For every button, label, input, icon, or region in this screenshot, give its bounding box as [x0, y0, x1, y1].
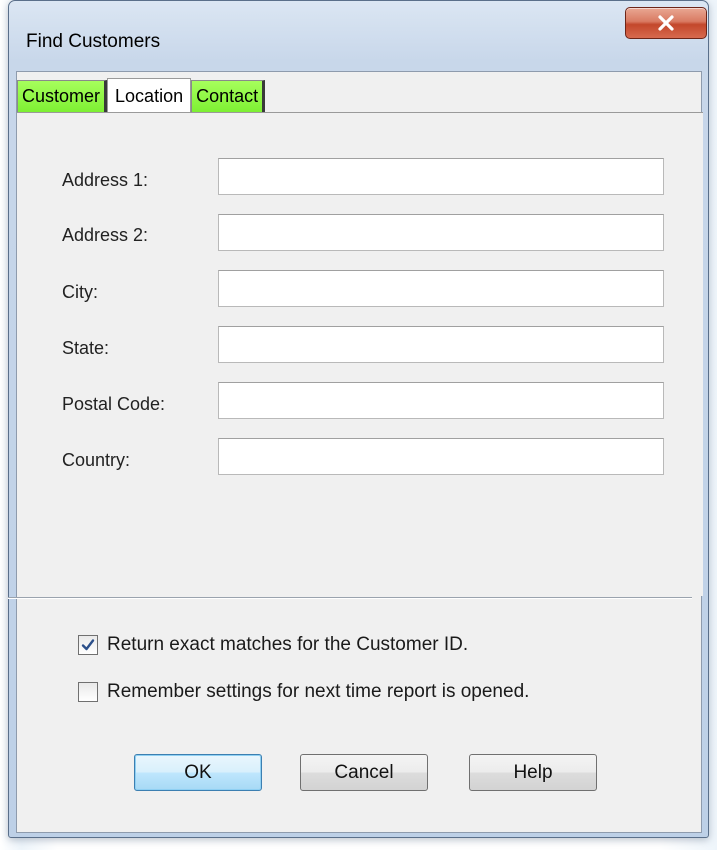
exact-match-checkbox[interactable] — [78, 635, 98, 655]
exact-match-option[interactable]: Return exact matches for the Customer ID… — [78, 634, 468, 656]
postal-code-label: Postal Code: — [62, 394, 166, 414]
state-label: State: — [62, 338, 110, 358]
checkmark-icon — [81, 639, 95, 651]
tab-location-label: Location — [115, 86, 184, 106]
postal-code-field[interactable] — [218, 382, 664, 419]
tab-location[interactable]: Location — [107, 78, 192, 112]
close-icon — [658, 15, 674, 31]
remember-settings-checkbox[interactable] — [78, 682, 98, 702]
city-label: City: — [62, 282, 98, 302]
tab-customer[interactable]: Customer — [17, 80, 108, 112]
ok-button[interactable]: OK — [134, 754, 262, 791]
state-field[interactable] — [218, 326, 664, 363]
close-button[interactable] — [625, 7, 707, 39]
remember-settings-label: Remember settings for next time report i… — [107, 681, 530, 702]
address2-field[interactable] — [218, 214, 664, 251]
tab-strip: Customer Location Contact — [17, 78, 266, 112]
cancel-button[interactable]: Cancel — [300, 754, 428, 791]
section-divider — [8, 597, 692, 599]
exact-match-label: Return exact matches for the Customer ID… — [107, 634, 469, 655]
address1-label: Address 1: — [62, 170, 149, 190]
country-label: Country: — [62, 450, 131, 470]
remember-settings-option[interactable]: Remember settings for next time report i… — [78, 681, 529, 703]
help-button[interactable]: Help — [469, 754, 597, 791]
tab-contact-label: Contact — [196, 86, 259, 106]
city-field[interactable] — [218, 270, 664, 307]
dialog-title: Find Customers — [26, 31, 161, 52]
address2-label: Address 2: — [62, 225, 149, 245]
address1-field[interactable] — [218, 158, 664, 195]
tab-customer-label: Customer — [22, 86, 101, 106]
country-field[interactable] — [218, 438, 664, 475]
tab-contact[interactable]: Contact — [191, 80, 266, 112]
